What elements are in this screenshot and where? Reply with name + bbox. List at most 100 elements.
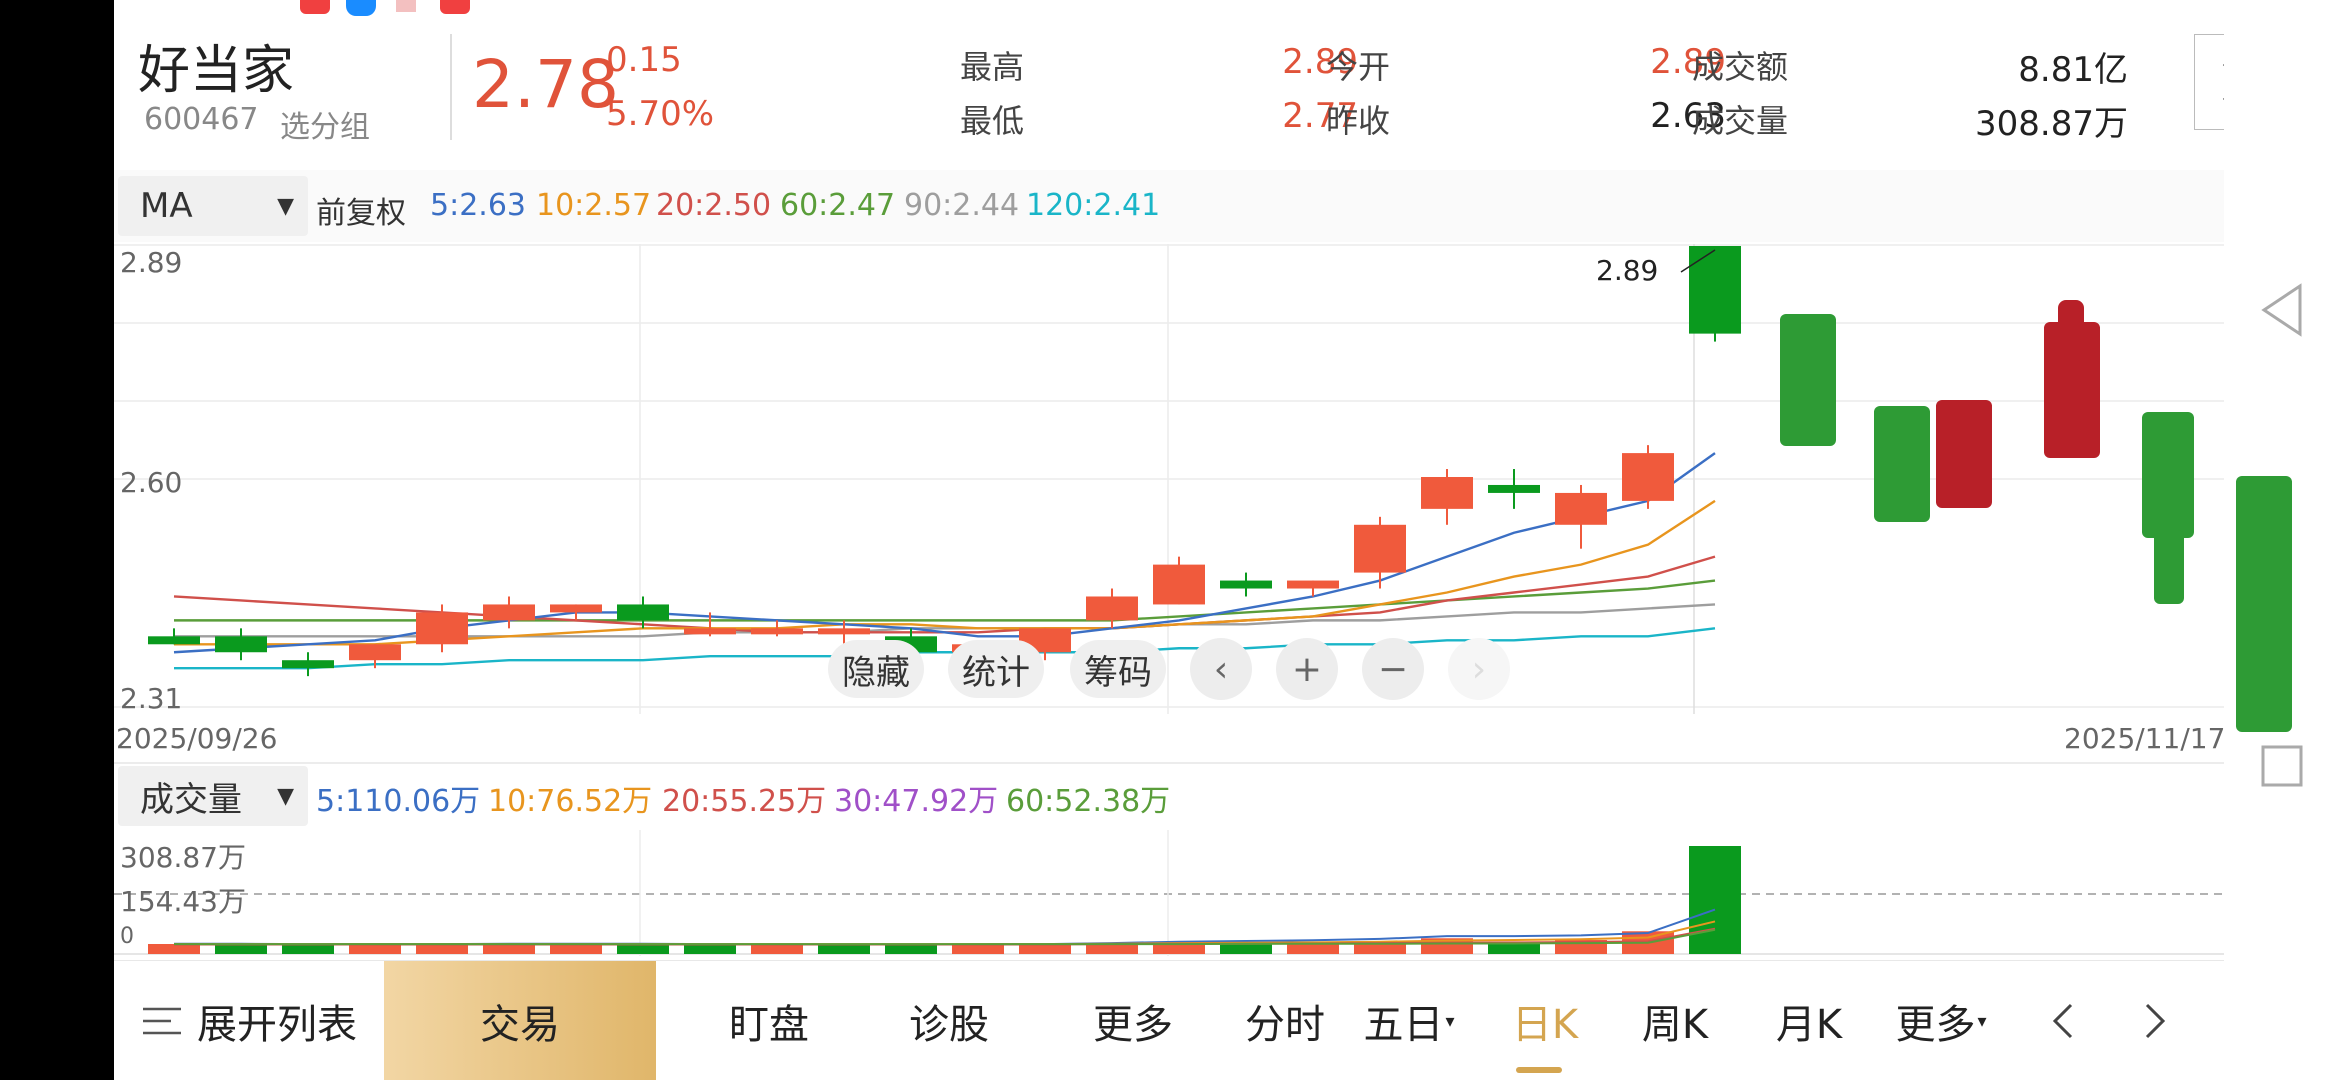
price-change: 0.15	[606, 40, 682, 80]
candle	[751, 628, 803, 635]
candle	[1086, 596, 1138, 621]
vol-ma30-value: 30:47.92万	[834, 784, 999, 819]
tab-intraday[interactable]: 分时	[1220, 961, 1350, 1080]
vol-ma60-value: 60:52.38万	[1006, 784, 1171, 819]
open-label: 今开	[1326, 48, 1391, 86]
candle	[282, 660, 334, 669]
ma10-line	[174, 499, 1716, 646]
stock-name: 好当家	[138, 41, 295, 101]
vol-ma5-value: 5:110.06万	[316, 784, 481, 819]
close-icon	[2222, 64, 2224, 100]
status-app-icon-2	[440, 0, 470, 14]
ma120-value: 120:2.41	[1026, 188, 1161, 223]
back-triangle-icon[interactable]	[2258, 282, 2306, 338]
candle	[1689, 246, 1741, 334]
scroll-right-button[interactable]: ›	[1448, 638, 1510, 700]
candle	[684, 628, 736, 635]
vol-ma-line	[174, 908, 1716, 946]
volume-value: 308.87万	[1975, 104, 2128, 144]
watch-button[interactable]: 盯盘	[694, 961, 844, 1080]
candle	[1622, 453, 1674, 501]
candle	[1421, 477, 1473, 509]
vol-ma20-value: 20:55.25万	[662, 784, 827, 819]
candle	[617, 604, 669, 621]
candle	[483, 604, 535, 621]
vol-ma10-value: 10:76.52万	[488, 784, 653, 819]
floating-candle	[1936, 400, 1992, 508]
zoom-out-button[interactable]: −	[1362, 638, 1424, 700]
candle	[1220, 580, 1272, 589]
low-label: 最低	[960, 102, 1025, 140]
zoom-in-button[interactable]: +	[1276, 638, 1338, 700]
stock-code: 600467	[144, 102, 259, 137]
tab-monthly-k[interactable]: 月K	[1744, 961, 1874, 1080]
high-marker-label: 2.89	[1596, 254, 1659, 287]
floating-candle-wick	[2154, 530, 2184, 604]
ma-selector[interactable]: MA ▼	[118, 176, 308, 236]
candle	[1287, 580, 1339, 589]
status-cloud-icon	[346, 0, 376, 16]
floating-candle	[1874, 406, 1930, 522]
chevron-down-icon: ▼	[277, 193, 294, 219]
section-divider	[114, 762, 2224, 764]
tab-weekly-k[interactable]: 周K	[1610, 961, 1740, 1080]
next-period-button[interactable]	[2114, 961, 2194, 1080]
ma5-line	[173, 452, 1716, 654]
tab-more[interactable]: 更多 ▾	[1876, 961, 2006, 1080]
minus-icon: −	[1377, 648, 1409, 690]
hide-button[interactable]: 隐藏	[828, 640, 924, 698]
more-button[interactable]: 更多	[1058, 961, 1208, 1080]
bottom-nav: 展开列表 交易 盯盘 诊股 更多 分时 五日 ▾ 日K 周K 月K 更多 ▾	[114, 960, 2224, 1080]
amount-value: 8.81亿	[2018, 50, 2128, 90]
price-change-pct: 5.70%	[606, 94, 715, 134]
stats-button[interactable]: 统计	[948, 640, 1044, 698]
chevron-down-icon: ▼	[277, 783, 294, 809]
candle	[818, 628, 870, 635]
candle	[148, 636, 200, 645]
recent-apps-icon[interactable]	[2260, 744, 2304, 788]
vol-axis-mid: 154.43万	[120, 885, 246, 918]
diagnose-button[interactable]: 诊股	[874, 961, 1024, 1080]
ma10-value: 10:2.57	[536, 188, 652, 223]
chevron-left-icon: ‹	[1213, 648, 1229, 690]
volume-bar	[1220, 944, 1272, 954]
vol-axis-zero: 0	[120, 924, 134, 949]
volume-bar	[1287, 944, 1339, 954]
volume-selector-label: 成交量	[140, 779, 242, 820]
scroll-left-button[interactable]: ‹	[1190, 638, 1252, 700]
floating-candles-overlay	[1780, 300, 2292, 732]
close-button[interactable]	[2194, 34, 2224, 130]
chevron-right-icon	[2145, 1003, 2166, 1039]
tab-five-day-label: 五日	[1363, 1002, 1444, 1048]
ma90-value: 90:2.44	[904, 188, 1020, 223]
floating-candle	[2236, 476, 2292, 732]
chips-button[interactable]: 筹码	[1070, 640, 1166, 698]
vol-ma-line	[174, 920, 1716, 946]
price-axis-mid: 2.60	[120, 466, 183, 499]
prev-period-button[interactable]	[2024, 961, 2104, 1080]
date-start: 2025/09/26	[116, 722, 278, 755]
tab-five-day[interactable]: 五日 ▾	[1344, 961, 1474, 1080]
group-selector[interactable]: 选分组	[280, 102, 370, 146]
volume-chart[interactable]	[114, 830, 2224, 956]
price-axis-bottom: 2.31	[120, 682, 183, 715]
header-divider	[450, 34, 452, 140]
floating-candle	[1780, 314, 1836, 446]
high-label: 最高	[960, 48, 1025, 86]
candle	[215, 636, 267, 653]
expand-list-button[interactable]: 展开列表	[114, 961, 384, 1080]
candle	[1488, 484, 1540, 493]
ma20-value: 20:2.50	[656, 188, 772, 223]
candle	[1354, 524, 1406, 573]
list-icon	[143, 1007, 181, 1035]
tab-daily-k[interactable]: 日K	[1480, 961, 1610, 1080]
status-app-icon	[300, 0, 330, 14]
volume-selector[interactable]: 成交量 ▼	[118, 766, 308, 826]
volume-label: 成交量	[1692, 102, 1789, 140]
chevron-right-icon: ›	[1471, 648, 1487, 690]
ma5-value: 5:2.63	[430, 188, 526, 223]
plus-icon: +	[1291, 648, 1323, 690]
current-price: 2.78	[472, 46, 619, 123]
trade-button[interactable]: 交易	[384, 961, 656, 1080]
adjust-mode[interactable]: 前复权	[316, 188, 406, 232]
